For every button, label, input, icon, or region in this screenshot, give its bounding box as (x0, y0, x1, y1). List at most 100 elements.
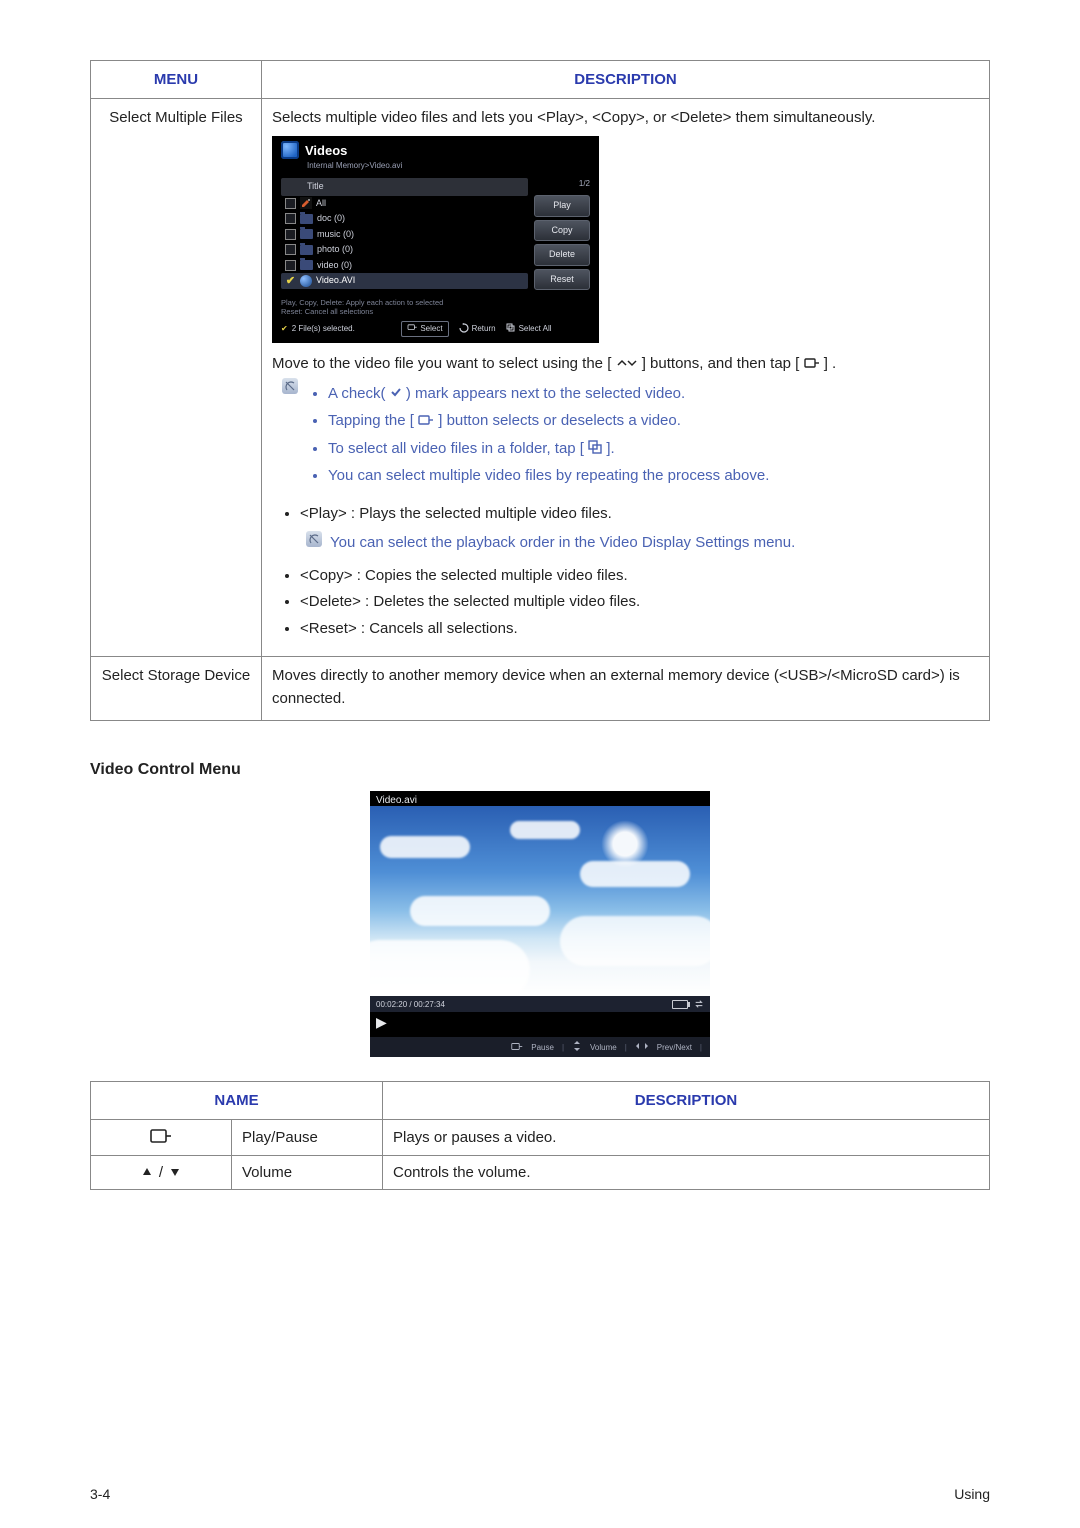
col-header-description: DESCRIPTION (262, 61, 990, 99)
menu-description-table: MENU DESCRIPTION Select Multiple Files S… (90, 60, 990, 721)
row-selected-file-label: Video.AVI (316, 274, 355, 288)
tip3b: ]. (606, 440, 614, 457)
row-select-multiple-files-content: Selects multiple video files and lets yo… (262, 99, 990, 657)
checkbox-icon (285, 213, 296, 224)
row-select-storage-label: Select Storage Device (91, 657, 262, 721)
player-video-frame (370, 806, 710, 996)
checkbox-icon (285, 244, 296, 255)
hint-line-1: Play, Copy, Delete: Apply each action to… (281, 298, 443, 307)
triangle-up-icon (141, 1166, 153, 1181)
move-a: Move to the video file you want to selec… (272, 355, 611, 372)
ctrl-volume-desc: Controls the volume. (383, 1156, 990, 1190)
footer-section-name: Using (954, 1486, 990, 1502)
volume-arrows-icon (572, 1040, 582, 1054)
checkbox-icon (285, 198, 296, 209)
ctrl-playpause-name: Play/Pause (232, 1120, 383, 1156)
move-b: ] buttons, and then tap [ (642, 355, 800, 372)
section-heading-video-control: Video Control Menu (90, 761, 990, 779)
col-header-description-2: DESCRIPTION (383, 1082, 990, 1120)
bullet-copy: <Copy> : Copies the selected multiple vi… (300, 565, 979, 588)
row-select-storage-desc: Moves directly to another memory device … (262, 657, 990, 721)
bullet-delete: <Delete> : Deletes the selected multiple… (300, 591, 979, 614)
select-all-icon (588, 440, 602, 457)
footer-page-number: 3-4 (90, 1486, 110, 1502)
side-reset-button: Reset (534, 269, 590, 291)
prev-next-arrows-icon (635, 1042, 649, 1052)
row-music-label: music (0) (317, 228, 354, 242)
folder-icon (300, 229, 313, 239)
video-file-icon (300, 275, 312, 287)
tip-checkmark: A check( ) mark appears next to the sele… (328, 383, 979, 406)
side-copy-button: Copy (534, 220, 590, 242)
play-order-note: You can select the playback order in the… (330, 531, 795, 555)
hint-volume: Volume (590, 1043, 617, 1052)
row-all-label: All (316, 197, 326, 211)
tip-repeat: You can select multiple video files by r… (328, 465, 979, 488)
player-filename: Video.avi (370, 791, 710, 806)
folder-icon (300, 245, 313, 255)
enter-icon (407, 324, 417, 334)
enter-icon (511, 1042, 523, 1053)
side-delete-button: Delete (534, 244, 590, 266)
bullet-reset: <Reset> : Cancels all selections. (300, 618, 979, 641)
hint-line-2: Reset: Cancel all selections (281, 307, 373, 316)
play-triangle-icon: ▶ (370, 1012, 710, 1037)
col-header-menu: MENU (91, 61, 262, 99)
device-screenshot-videos: Videos Internal Memory>Video.avi Title (272, 136, 599, 344)
hint-pause: Pause (531, 1043, 554, 1052)
select-all-icon (506, 323, 516, 335)
bullet-play: <Play> : Plays the selected multiple vid… (300, 503, 979, 526)
intro-text: Selects multiple video files and lets yo… (272, 107, 979, 130)
col-header-name: NAME (91, 1082, 383, 1120)
ctrl-volume-name: Volume (232, 1156, 383, 1190)
row-select-multiple-files-label: Select Multiple Files (91, 99, 262, 657)
tip3a: To select all video files in a folder, t… (328, 440, 584, 457)
triangle-down-icon (169, 1166, 181, 1181)
enter-button-icon-cell (91, 1120, 232, 1156)
move-instruction: Move to the video file you want to selec… (272, 353, 979, 376)
checkmark-icon: ✔ (281, 323, 288, 335)
folder-icon (300, 214, 313, 224)
side-play-button: Play (534, 195, 590, 217)
move-c: ] . (824, 355, 837, 372)
callout-note-icon (306, 531, 322, 547)
row-photo-label: photo (0) (317, 243, 353, 257)
return-arrow-icon (459, 323, 469, 335)
callout-note-icon (282, 378, 298, 394)
repeat-icon (694, 999, 704, 1009)
status-selectall-label: Select All (519, 323, 552, 335)
checkbox-icon (285, 229, 296, 240)
checkmark-icon: ✔ (285, 275, 296, 286)
enter-icon (804, 357, 820, 372)
status-count: 2 File(s) selected. (292, 323, 355, 335)
row-doc-label: doc (0) (317, 212, 345, 226)
tip1a: A check( (328, 385, 386, 402)
ctrl-playpause-desc: Plays or pauses a video. (383, 1120, 990, 1156)
tip-select-all: To select all video files in a folder, t… (328, 438, 979, 461)
row-video-label: video (0) (317, 259, 352, 273)
battery-icon (672, 1000, 688, 1009)
enter-icon (418, 414, 434, 429)
list-header-title: Title (281, 178, 528, 196)
checkbox-icon (285, 260, 296, 271)
edit-all-icon (300, 197, 312, 209)
videos-app-icon (281, 141, 299, 159)
status-return-label: Return (472, 323, 496, 335)
device-screenshot-player: Video.avi 00:02:20 / 00:27:34 ▶ Pause (370, 791, 710, 1057)
status-select-label: Select (420, 323, 442, 335)
page-count: 1/2 (534, 178, 590, 192)
checkmark-icon (390, 386, 402, 401)
up-down-chevrons-icon (616, 357, 638, 372)
up-down-button-icon-cell: / (91, 1156, 232, 1190)
videos-title: Videos (305, 141, 347, 161)
tip1b: ) mark appears next to the selected vide… (406, 385, 685, 402)
video-control-table: NAME DESCRIPTION Play/Pause Plays or pau… (90, 1081, 990, 1190)
tip2a: Tapping the [ (328, 412, 414, 429)
player-time: 00:02:20 / 00:27:34 (376, 1000, 445, 1009)
videos-breadcrumb: Internal Memory>Video.avi (273, 160, 598, 174)
folder-icon (300, 260, 313, 270)
tip-tap-button: Tapping the [ ] button selects or desele… (328, 410, 979, 433)
tip2b: ] button selects or deselects a video. (438, 412, 681, 429)
enter-icon (150, 1128, 172, 1147)
hint-prevnext: Prev/Next (657, 1043, 692, 1052)
